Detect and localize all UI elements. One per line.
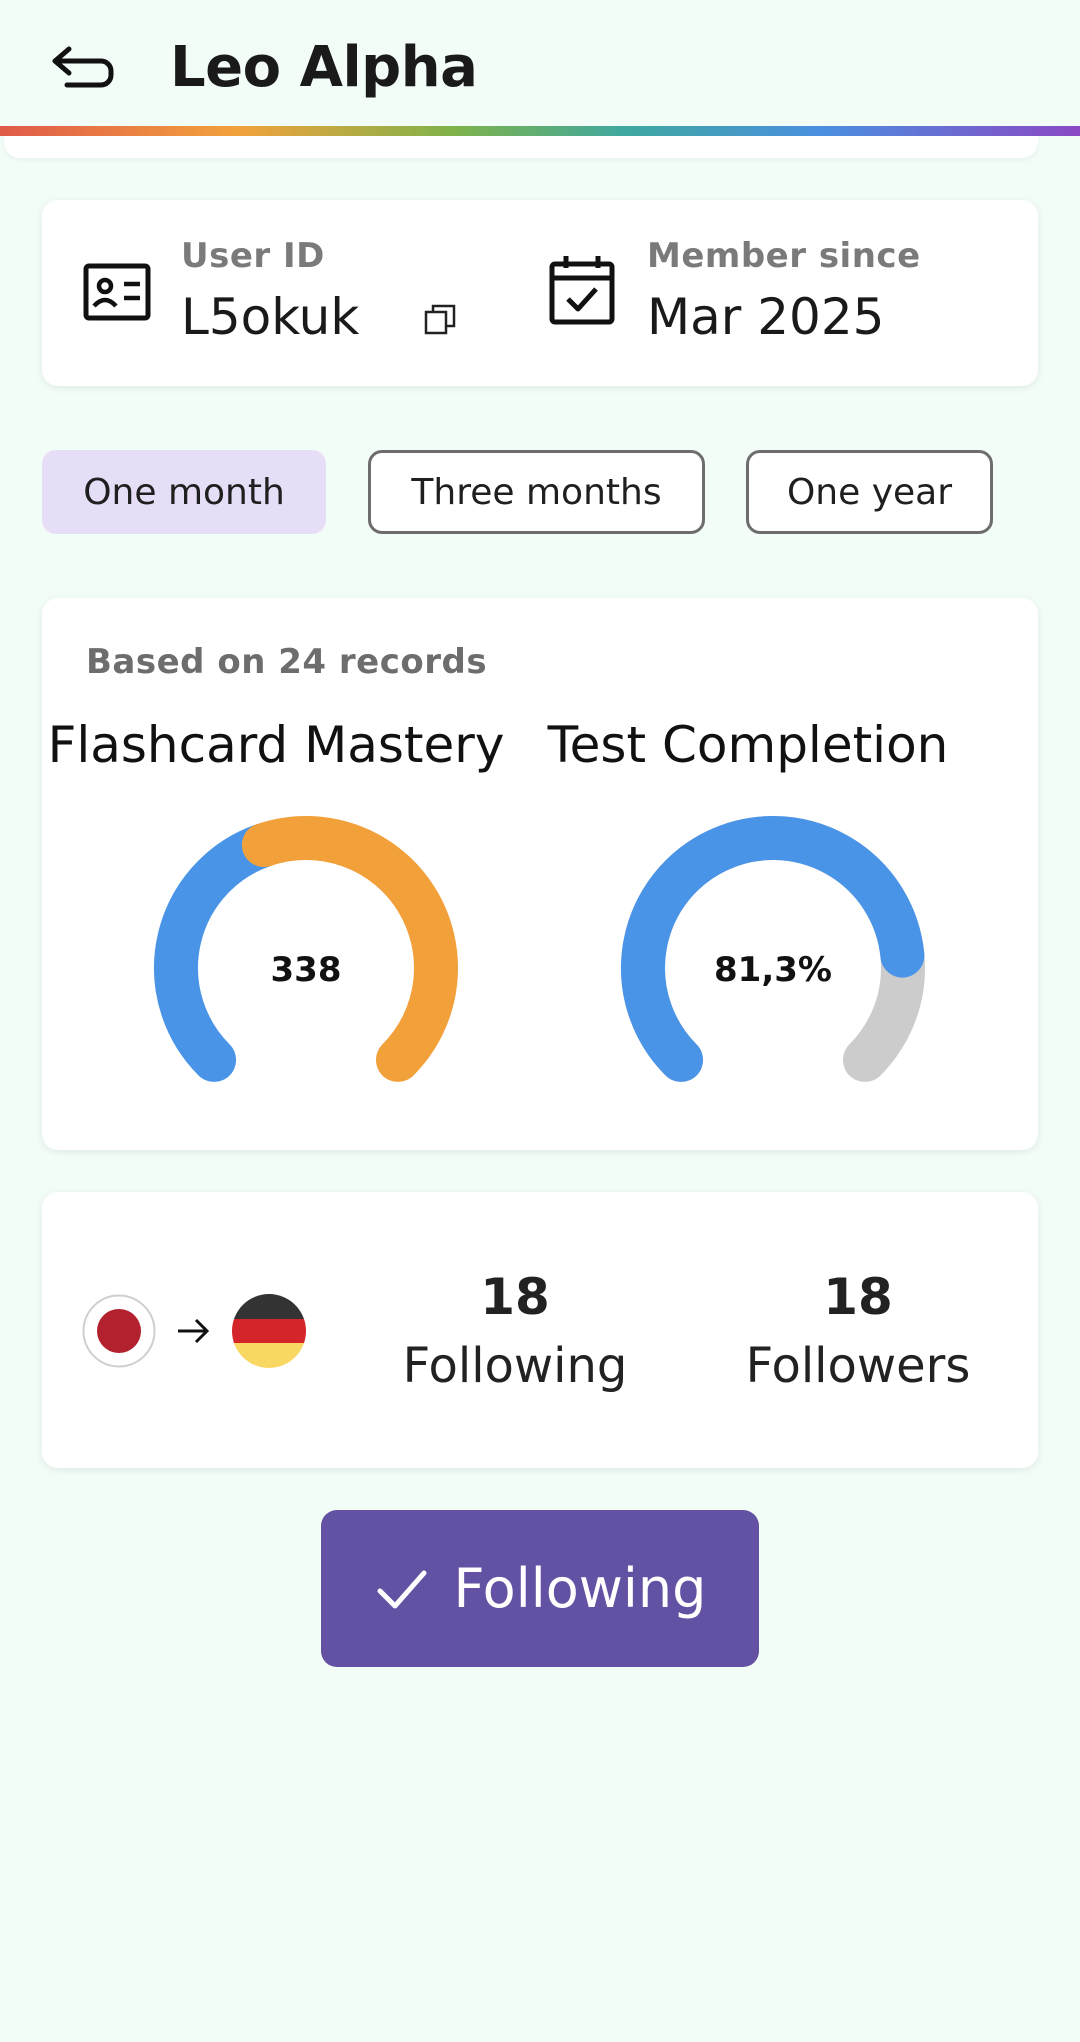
member-since-value: Mar 2025 xyxy=(647,288,885,346)
followers-label[interactable]: Followers xyxy=(728,1338,988,1394)
flashcard-segment-1 xyxy=(241,816,458,1082)
test-completion-value: 81,3% xyxy=(714,950,832,990)
test-completion-fill xyxy=(621,816,925,1082)
page-title: Leo Alpha xyxy=(170,35,478,100)
flashcard-mastery-title: Flashcard Mastery xyxy=(47,716,505,774)
followers-count[interactable]: 18 xyxy=(728,1268,988,1326)
id-card-icon xyxy=(83,263,151,321)
calendar-check-icon xyxy=(549,256,615,325)
following-button-label: Following xyxy=(453,1557,707,1620)
period-three-months-button[interactable]: Three months xyxy=(368,450,705,534)
rainbow-divider xyxy=(0,126,1080,136)
period-one-month-button[interactable]: One month xyxy=(42,450,326,534)
arrow-right-icon xyxy=(178,1318,210,1344)
app-header: Leo Alpha xyxy=(0,0,1080,126)
following-label[interactable]: Following xyxy=(385,1338,645,1394)
flashcard-mastery-value: 338 xyxy=(271,950,342,990)
flashcard-segment-0 xyxy=(154,823,286,1082)
japan-flag-icon xyxy=(82,1294,156,1368)
back-arrow-icon xyxy=(52,46,114,88)
following-count[interactable]: 18 xyxy=(385,1268,645,1326)
profile-info-card: User ID L5okuk Member since Mar 2025 xyxy=(42,200,1038,386)
checkmark-icon xyxy=(377,1570,427,1608)
flashcard-mastery-gauge: 338 xyxy=(154,816,458,1082)
back-button[interactable] xyxy=(44,30,120,100)
test-completion-title: Test Completion xyxy=(547,716,949,774)
period-one-year-button[interactable]: One year xyxy=(746,450,993,534)
header-shadow xyxy=(4,136,1038,158)
user-id-label: User ID xyxy=(181,236,325,276)
user-id-value: L5okuk xyxy=(181,288,360,346)
test-completion-gauge: 81,3% xyxy=(621,816,925,1082)
social-card: 18 Following 18 Followers xyxy=(42,1192,1038,1468)
records-count-text: Based on 24 records xyxy=(86,642,488,682)
copy-icon[interactable] xyxy=(423,302,457,336)
germany-flag-icon xyxy=(232,1294,306,1368)
stats-card: Based on 24 records Flashcard Mastery 33… xyxy=(42,598,1038,1150)
member-since-label: Member since xyxy=(647,236,921,276)
following-toggle-button[interactable]: Following xyxy=(321,1510,759,1667)
